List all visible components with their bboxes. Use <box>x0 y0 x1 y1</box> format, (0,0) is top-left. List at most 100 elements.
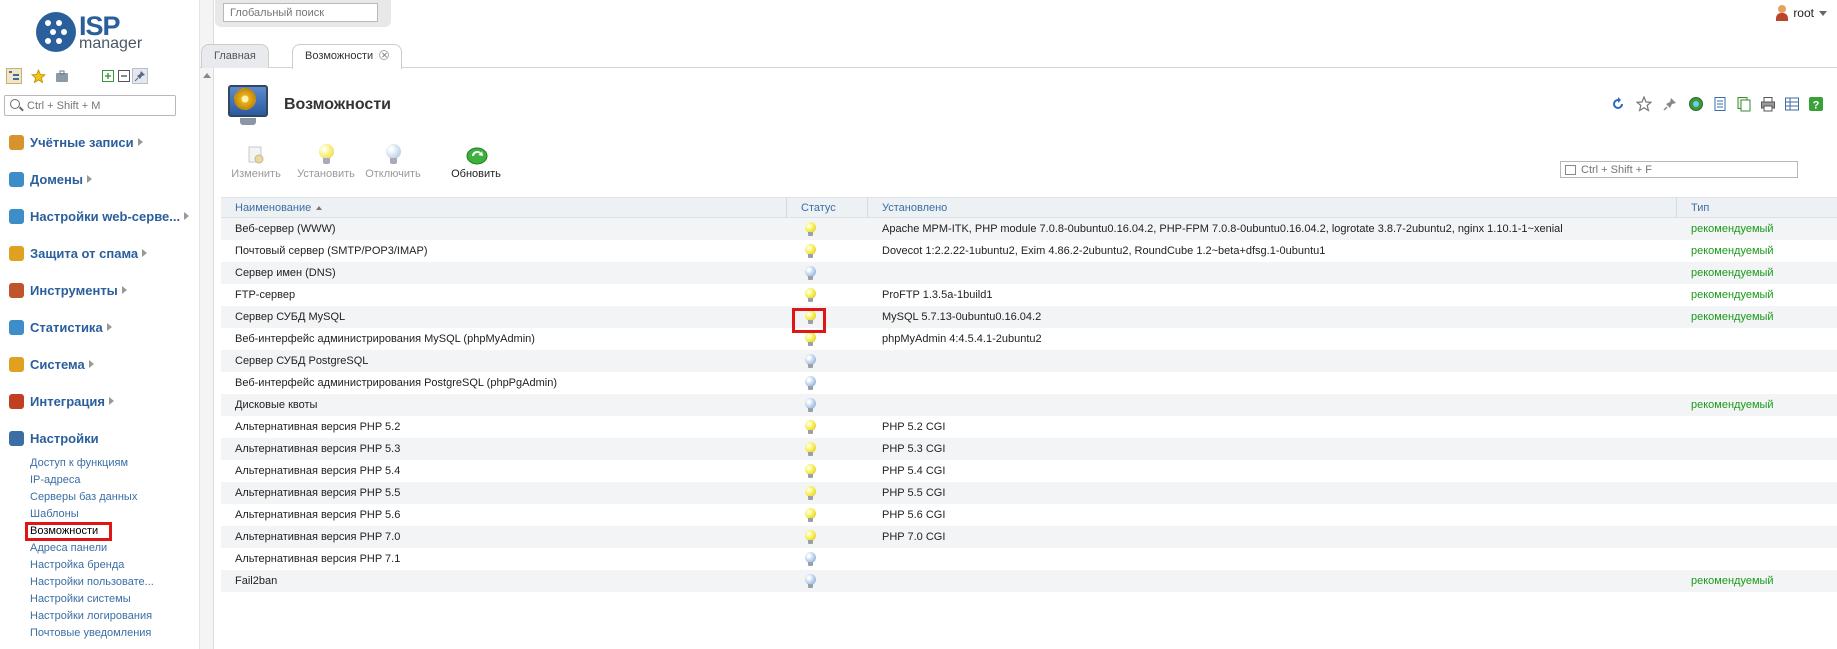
sidebar-item-globe[interactable]: Домены <box>9 169 92 189</box>
tab-home[interactable]: Главная <box>201 44 269 68</box>
close-tab-icon[interactable] <box>379 50 390 60</box>
expand-all-icon[interactable] <box>100 68 116 84</box>
isp-manager-logo[interactable]: ISP manager <box>36 11 166 56</box>
briefcase-icon[interactable] <box>54 68 70 84</box>
tree-view-icon[interactable] <box>6 68 22 84</box>
sidebar-scroll-strip[interactable] <box>200 0 214 649</box>
cell-status <box>787 570 868 592</box>
table-row[interactable]: Альтернативная версия PHP 7.1 <box>221 548 1837 570</box>
copy-document-icon[interactable] <box>1736 96 1752 112</box>
collapse-all-icon[interactable] <box>116 68 132 84</box>
table-row[interactable]: Альтернативная версия PHP 5.2 PHP 5.2 CGI <box>221 416 1837 438</box>
sidebar-item-settings[interactable]: Настройки <box>9 428 99 448</box>
cell-type: рекомендуемый <box>1691 575 1774 587</box>
bulb-on-icon <box>805 288 817 302</box>
table-row[interactable]: Альтернативная версия PHP 5.3 PHP 5.3 CGI <box>221 438 1837 460</box>
sidebar-item-web-settings[interactable]: Настройки web-серве... <box>9 206 190 226</box>
table-row[interactable]: Веб-сервер (WWW) Apache MPM-ITK, PHP modu… <box>221 218 1837 240</box>
sidebar-item-statistics[interactable]: Статистика <box>9 317 112 337</box>
globe-icon <box>9 171 24 187</box>
refresh-button[interactable]: Обновить <box>446 144 506 180</box>
bulb-off-icon <box>805 354 817 368</box>
cell-installed <box>868 350 1677 372</box>
cell-status <box>787 350 868 372</box>
favorite-star-icon[interactable] <box>1636 96 1652 112</box>
table-row[interactable]: Сервер СУБД PostgreSQL <box>221 350 1837 372</box>
column-header-type[interactable]: Тип <box>1677 198 1837 218</box>
settings-subitem[interactable]: IP-адреса <box>30 473 80 487</box>
sidebar-item-user[interactable]: Учётные записи <box>9 132 143 152</box>
document-icon[interactable] <box>1712 96 1728 112</box>
globe-help-icon[interactable] <box>1688 96 1704 112</box>
table-settings-icon[interactable] <box>1784 96 1800 112</box>
table-row[interactable]: Дисковые квоты рекомендуемый <box>221 394 1837 416</box>
table-row[interactable]: FTP-сервер ProFTP 1.3.5a-1build1 рекоменду… <box>221 284 1837 306</box>
scroll-up-icon[interactable] <box>203 73 211 78</box>
sidebar-search <box>4 95 176 116</box>
tab-home-label: Главная <box>214 50 256 62</box>
chevron-down-icon <box>1819 10 1827 16</box>
refresh-label: Обновить <box>451 168 501 180</box>
install-button[interactable]: Установить <box>296 144 356 180</box>
table-row[interactable]: Альтернативная версия PHP 5.6 PHP 5.6 CGI <box>221 504 1837 526</box>
cell-name: Дисковые квоты <box>235 399 318 411</box>
sidebar-item-system[interactable]: Система <box>9 354 94 374</box>
column-header-name[interactable]: Наименование <box>221 198 787 218</box>
bulb-on-icon <box>805 244 817 258</box>
print-icon[interactable] <box>1760 96 1776 112</box>
logo-mark-icon <box>36 12 76 52</box>
bulb-off-icon <box>805 266 817 280</box>
table-row[interactable]: Альтернативная версия PHP 7.0 PHP 7.0 CGI <box>221 526 1837 548</box>
sidebar-item-integration[interactable]: Интеграция <box>9 391 114 411</box>
cell-name: Сервер СУБД PostgreSQL <box>235 355 369 367</box>
sidebar-item-spam-shield[interactable]: Защита от спама <box>9 243 148 263</box>
active-item-highlight <box>25 522 112 541</box>
svg-text:?: ? <box>1813 100 1820 112</box>
chevron-right-icon <box>184 212 190 220</box>
chevron-right-icon <box>88 360 94 368</box>
settings-subitem[interactable]: Шаблоны <box>30 507 79 521</box>
column-header-installed[interactable]: Установлено <box>868 198 1677 218</box>
table-filter-input[interactable] <box>1581 162 1791 177</box>
table-row[interactable]: Сервер имен (DNS) рекомендуемый <box>221 262 1837 284</box>
table-row[interactable]: Почтовый сервер (SMTP/POP3/IMAP) Dovecot … <box>221 240 1837 262</box>
chevron-right-icon <box>87 175 92 183</box>
table-row[interactable]: Альтернативная версия PHP 5.5 PHP 5.5 CGI <box>221 482 1837 504</box>
table-row[interactable]: Fail2ban рекомендуемый <box>221 570 1837 592</box>
cell-type: рекомендуемый <box>1691 289 1774 301</box>
table-row[interactable]: Веб-интерфейс администрирования PostgreS… <box>221 372 1837 394</box>
table-row[interactable]: Альтернативная версия PHP 5.4 PHP 5.4 CGI <box>221 460 1837 482</box>
sidebar-search-input[interactable] <box>27 97 172 114</box>
settings-subitem[interactable]: Настройка бренда <box>30 558 124 572</box>
disable-button[interactable]: Отключить <box>363 144 423 180</box>
settings-subitem[interactable]: Настройки системы <box>30 592 131 606</box>
cell-type <box>1677 416 1837 438</box>
cell-installed <box>868 372 1677 394</box>
settings-subitem[interactable]: Настройки пользовате... <box>30 575 154 589</box>
column-header-status[interactable]: Статус <box>787 198 868 218</box>
cell-type <box>1677 526 1837 548</box>
tab-features-label: Возможности <box>305 50 374 62</box>
reload-icon[interactable] <box>1610 96 1626 112</box>
pin-page-icon[interactable] <box>1662 96 1678 112</box>
favorites-star-icon[interactable] <box>30 68 46 84</box>
pin-icon[interactable] <box>132 68 148 84</box>
table-row[interactable]: Сервер СУБД MySQL MySQL 5.7.13-0ubuntu0.1… <box>221 306 1837 328</box>
sidebar-item-label: Домены <box>30 171 83 187</box>
settings-subitem[interactable]: Настройки логирования <box>30 609 152 623</box>
cell-status <box>787 504 868 526</box>
edit-button[interactable]: Изменить <box>226 144 286 180</box>
sidebar-item-tools[interactable]: Инструменты <box>9 280 127 300</box>
tab-features[interactable]: Возможности <box>292 44 403 69</box>
cell-status <box>787 262 868 284</box>
cell-name: Почтовый сервер (SMTP/POP3/IMAP) <box>235 245 428 257</box>
user-menu[interactable]: root <box>1775 5 1827 21</box>
global-search-input[interactable] <box>223 3 378 22</box>
settings-subitem[interactable]: Почтовые уведомления <box>30 626 151 640</box>
integration-icon <box>9 393 24 409</box>
settings-subitem[interactable]: Доступ к функциям <box>30 456 128 470</box>
settings-subitem[interactable]: Серверы баз данных <box>30 490 137 504</box>
table-row[interactable]: Веб-интерфейс администрирования MySQL (p… <box>221 328 1837 350</box>
settings-subitem[interactable]: Адреса панели <box>30 541 107 555</box>
help-icon[interactable]: ? <box>1808 96 1824 112</box>
